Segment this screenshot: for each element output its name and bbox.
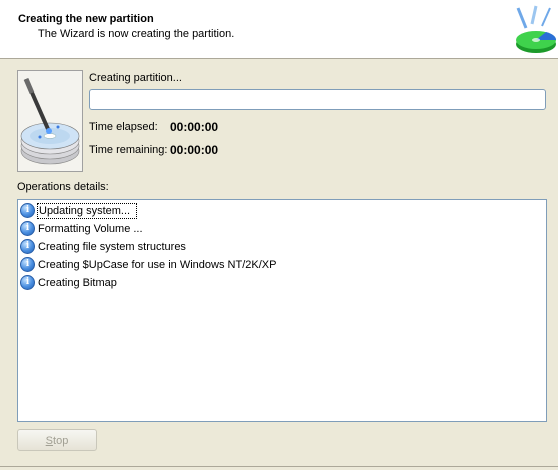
- list-item-text: Creating $UpCase for use in Windows NT/2…: [38, 258, 277, 271]
- list-item-text: Creating file system structures: [38, 240, 186, 253]
- list-item[interactable]: i Formatting Volume ...: [20, 220, 143, 237]
- list-item[interactable]: i Creating $UpCase for use in Windows NT…: [20, 256, 276, 273]
- operations-details-label: Operations details:: [17, 181, 109, 193]
- list-item-text: Creating Bitmap: [38, 276, 117, 289]
- stop-button[interactable]: Stop: [17, 429, 97, 451]
- time-elapsed-value: 00:00:00: [170, 120, 219, 134]
- page-title: Creating the new partition: [18, 13, 154, 25]
- info-icon: i: [20, 257, 35, 272]
- info-icon: i: [20, 239, 35, 254]
- creation-progress-bar: [89, 89, 546, 110]
- partition-wizard-icon: [512, 4, 558, 56]
- list-item[interactable]: i Updating system...: [20, 202, 138, 219]
- info-icon: i: [20, 203, 35, 218]
- list-item-text: Updating system...: [36, 202, 138, 219]
- time-elapsed-label: Time elapsed:: [89, 121, 158, 133]
- page-subtitle: The Wizard is now creating the partition…: [38, 28, 235, 40]
- wizard-header: Creating the new partition The Wizard is…: [0, 0, 558, 59]
- list-item-text: Formatting Volume ...: [38, 222, 143, 235]
- creating-partition-label: Creating partition...: [89, 72, 182, 84]
- time-remaining-label: Time remaining:: [89, 144, 168, 156]
- info-icon: i: [20, 221, 35, 236]
- operations-list[interactable]: i Updating system... i Formatting Volume…: [17, 199, 547, 422]
- stop-label-rest: top: [53, 435, 69, 447]
- disk-wand-image: [17, 70, 83, 172]
- stop-accelerator: S: [45, 435, 54, 447]
- bottom-divider: [0, 466, 558, 467]
- list-item[interactable]: i Creating Bitmap: [20, 274, 117, 291]
- info-icon: i: [20, 275, 35, 290]
- time-remaining-value: 00:00:00: [170, 143, 219, 157]
- list-item[interactable]: i Creating file system structures: [20, 238, 186, 255]
